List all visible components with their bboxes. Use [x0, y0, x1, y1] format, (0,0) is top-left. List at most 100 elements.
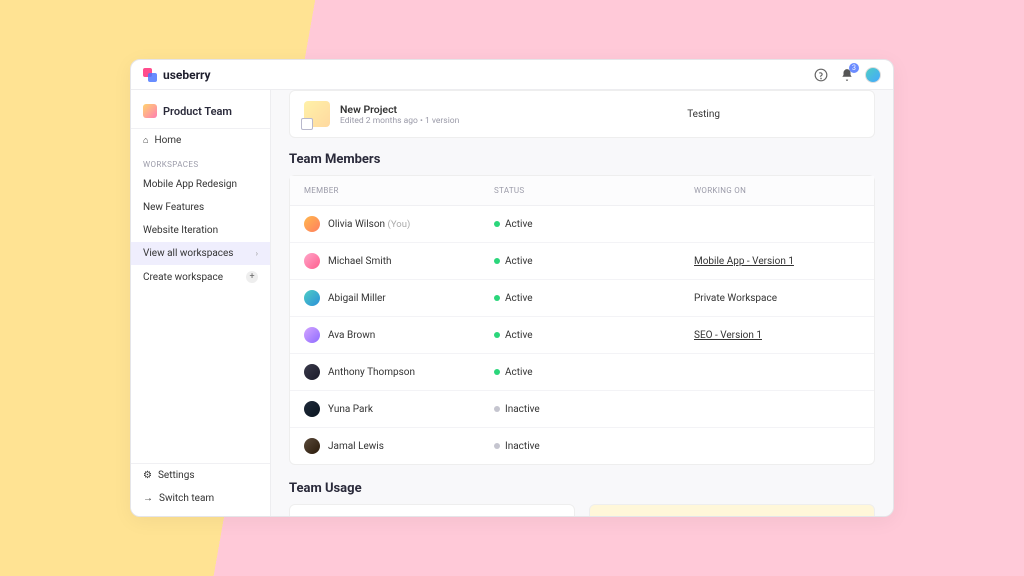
members-title: Team Members: [271, 152, 893, 175]
sidebar-item-settings[interactable]: ⚙ Settings: [131, 464, 270, 487]
ws-label: Mobile App Redesign: [143, 179, 237, 190]
status-cell: Inactive: [494, 441, 694, 452]
arrow-right-icon: →: [143, 493, 153, 504]
status-dot-icon: [494, 443, 500, 449]
status-dot-icon: [494, 406, 500, 412]
sidebar-item-home[interactable]: ⌂ Home: [131, 129, 270, 152]
project-info: New Project Edited 2 months ago • 1 vers…: [340, 103, 459, 126]
workspaces-heading: WORKSPACES: [131, 152, 270, 173]
plus-icon: +: [246, 271, 258, 283]
ws-label: Website Iteration: [143, 225, 218, 236]
project-thumb-icon: [304, 101, 330, 127]
you-label: (You): [388, 219, 411, 230]
status-cell: Active: [494, 330, 694, 341]
team-label: Product Team: [163, 105, 232, 118]
project-card[interactable]: New Project Edited 2 months ago • 1 vers…: [289, 90, 875, 138]
member-name: Michael Smith: [328, 256, 391, 267]
th-status: STATUS: [494, 186, 694, 195]
gear-icon: ⚙: [143, 470, 152, 481]
working-link[interactable]: Mobile App - Version 1: [694, 256, 794, 267]
user-avatar[interactable]: [865, 67, 881, 83]
brand-name: useberry: [163, 68, 211, 82]
home-label: Home: [154, 135, 181, 146]
view-all-label: View all workspaces: [143, 248, 233, 259]
project-meta: Edited 2 months ago • 1 version: [340, 116, 459, 126]
usage-row: Monthly responses Credits: [271, 504, 893, 516]
team-name[interactable]: Product Team: [131, 100, 270, 129]
project-status: Testing: [687, 109, 720, 120]
chevron-right-icon: ›: [256, 249, 258, 258]
member-name: Olivia Wilson (You): [328, 219, 410, 230]
topbar-right: 3: [813, 67, 881, 83]
table-row: Jamal Lewis Inactive: [290, 427, 874, 464]
member-cell: Anthony Thompson: [304, 364, 494, 380]
member-cell: Michael Smith: [304, 253, 494, 269]
status-dot-icon: [494, 332, 500, 338]
status-dot-icon: [494, 295, 500, 301]
sidebar-item-workspace-1[interactable]: New Features: [131, 196, 270, 219]
usage-title: Team Usage: [271, 481, 893, 504]
sidebar-bottom: ⚙ Settings → Switch team: [131, 463, 270, 516]
sidebar: Product Team ⌂ Home WORKSPACES Mobile Ap…: [131, 90, 271, 516]
member-avatar: [304, 364, 320, 380]
member-name: Ava Brown: [328, 330, 375, 341]
sidebar-item-create[interactable]: Create workspace +: [131, 265, 270, 289]
status-cell: Active: [494, 256, 694, 267]
member-cell: Ava Brown: [304, 327, 494, 343]
status-dot-icon: [494, 258, 500, 264]
member-name: Anthony Thompson: [328, 367, 415, 378]
status-cell: Inactive: [494, 404, 694, 415]
table-header: MEMBER STATUS WORKING ON: [290, 176, 874, 206]
app-window: useberry 3 Product Team ⌂ Home WORKSPACE…: [130, 59, 894, 517]
brand: useberry: [143, 68, 211, 82]
sidebar-item-workspace-2[interactable]: Website Iteration: [131, 219, 270, 242]
status-cell: Active: [494, 367, 694, 378]
member-avatar: [304, 216, 320, 232]
notif-badge: 3: [849, 63, 859, 73]
help-icon[interactable]: [813, 67, 829, 83]
usage-card-credits[interactable]: Credits: [589, 504, 875, 516]
table-row: Michael Smith Active Mobile App - Versio…: [290, 242, 874, 279]
status-cell: Active: [494, 293, 694, 304]
working-cell: Private Workspace: [694, 293, 860, 304]
working-link[interactable]: SEO - Version 1: [694, 330, 762, 341]
status-text: Active: [505, 367, 533, 378]
usage-card-monthly[interactable]: Monthly responses: [289, 504, 575, 516]
project-title: New Project: [340, 103, 459, 116]
home-icon: ⌂: [143, 135, 148, 146]
sidebar-item-workspace-0[interactable]: Mobile App Redesign: [131, 173, 270, 196]
member-name: Abigail Miller: [328, 293, 386, 304]
members-table: MEMBER STATUS WORKING ON Olivia Wilson (…: [289, 175, 875, 465]
th-working: WORKING ON: [694, 186, 860, 195]
body: Product Team ⌂ Home WORKSPACES Mobile Ap…: [131, 90, 893, 516]
table-row: Abigail Miller Active Private Workspace: [290, 279, 874, 316]
table-row: Yuna Park Inactive: [290, 390, 874, 427]
member-avatar: [304, 401, 320, 417]
member-name: Yuna Park: [328, 404, 373, 415]
ws-label: New Features: [143, 202, 204, 213]
status-dot-icon: [494, 369, 500, 375]
member-cell: Jamal Lewis: [304, 438, 494, 454]
member-name: Jamal Lewis: [328, 441, 384, 452]
member-avatar: [304, 290, 320, 306]
topbar: useberry 3: [131, 60, 893, 90]
table-row: Anthony Thompson Active: [290, 353, 874, 390]
status-text: Inactive: [505, 404, 540, 415]
working-text: Private Workspace: [694, 293, 777, 304]
status-text: Active: [505, 293, 533, 304]
sidebar-item-view-all[interactable]: View all workspaces ›: [131, 242, 270, 265]
table-row: Ava Brown Active SEO - Version 1: [290, 316, 874, 353]
team-logo-icon: [143, 104, 157, 118]
status-text: Inactive: [505, 441, 540, 452]
create-label: Create workspace: [143, 272, 223, 283]
logo-icon: [143, 68, 157, 82]
member-cell: Abigail Miller: [304, 290, 494, 306]
working-cell: SEO - Version 1: [694, 330, 860, 341]
sidebar-item-switch[interactable]: → Switch team: [131, 487, 270, 510]
switch-label: Switch team: [159, 493, 214, 504]
member-avatar: [304, 253, 320, 269]
member-cell: Olivia Wilson (You): [304, 216, 494, 232]
status-dot-icon: [494, 221, 500, 227]
member-avatar: [304, 327, 320, 343]
notifications-icon[interactable]: 3: [839, 67, 855, 83]
